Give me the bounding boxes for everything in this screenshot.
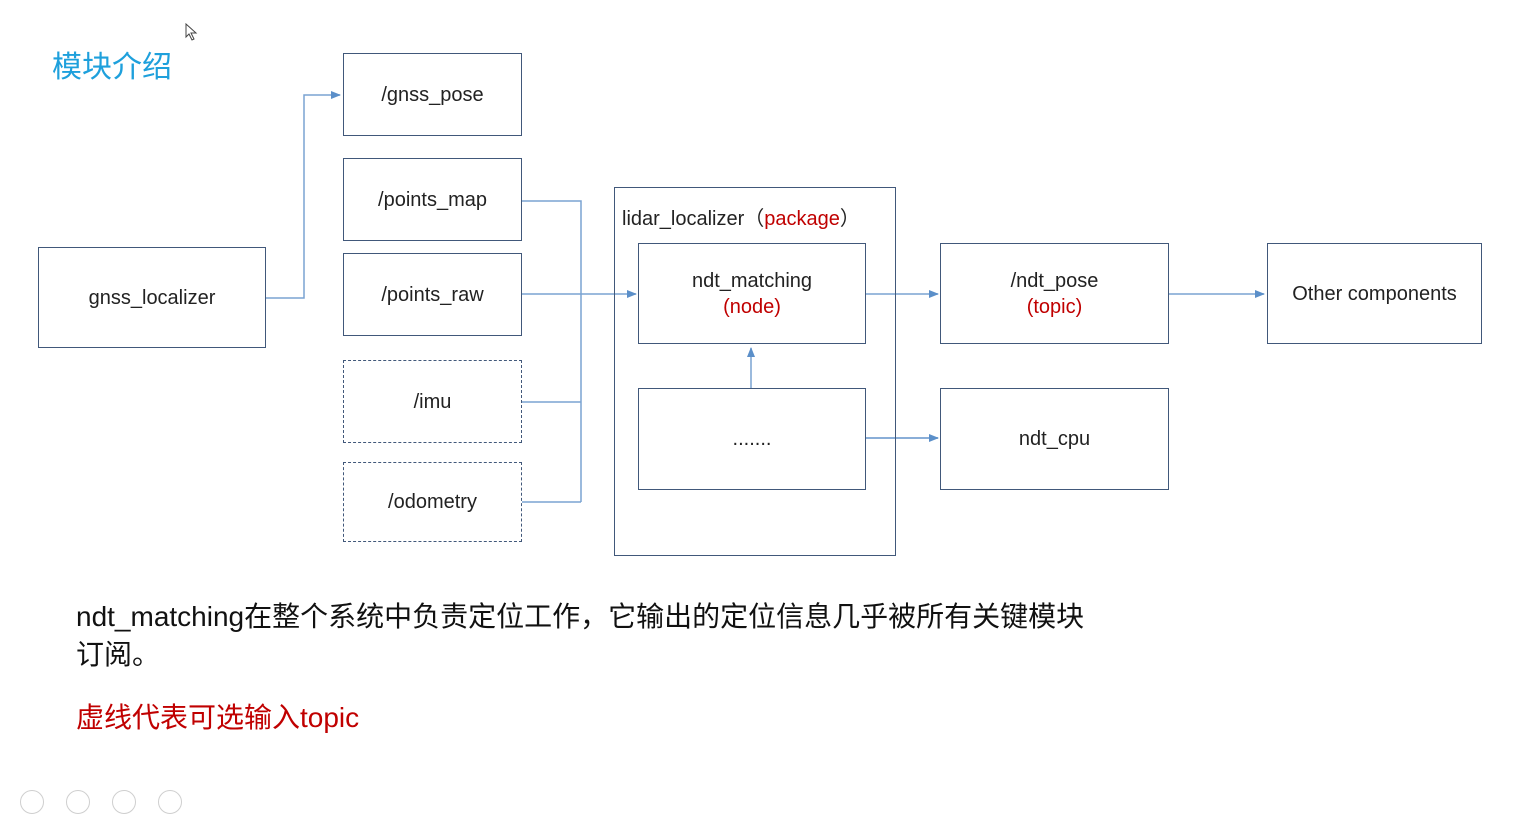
ndt-matching-type: (node) [723,295,781,318]
dashed-line-note: 虚线代表可选输入topic [76,702,360,733]
gnss-localizer-node: gnss_localizer [38,247,266,348]
ndt-pose-topic: /ndt_pose (topic) [940,243,1169,344]
points-raw-label: /points_raw [381,283,484,306]
page-title: 模块介绍 [52,51,172,84]
gnss-pose-label: /gnss_pose [381,83,484,106]
control-circle-icon[interactable] [66,790,90,814]
other-components-label: Other components [1292,282,1457,305]
package-open-paren: （ [744,208,765,230]
odometry-topic-optional: /odometry [343,462,522,542]
package-label: lidar_localizer（package） [622,202,860,231]
slide-controls [20,790,182,814]
gnss-localizer-label: gnss_localizer [88,286,216,309]
mouse-cursor-icon [185,23,198,41]
description-text: ndt_matching在整个系统中负责定位工作，它输出的定位信息几乎被所有关键… [76,601,1085,670]
ndt-pose-type: (topic) [1026,295,1083,318]
points-map-label: /points_map [378,188,487,211]
package-name: lidar_localizer [622,208,745,230]
package-close-paren: ） [839,208,860,230]
other-components-box: Other components [1267,243,1482,344]
points-map-topic: /points_map [343,158,522,241]
ndt-matching-node: ndt_matching (node) [638,243,866,344]
edge-points-map-merge [522,200,582,502]
points-raw-topic: /points_raw [343,253,522,336]
odometry-label: /odometry [388,491,477,513]
package-type: package [764,208,840,230]
edge-gnss-localizer-to-gnss-pose [266,91,341,299]
control-circle-icon[interactable] [158,790,182,814]
control-circle-icon[interactable] [112,790,136,814]
ellipsis-label: ....... [732,428,772,450]
imu-topic-optional: /imu [343,360,522,443]
ndt-cpu-label: ndt_cpu [1018,428,1091,450]
ndt-pose-label: /ndt_pose [1010,269,1099,292]
control-circle-icon[interactable] [20,790,44,814]
imu-label: /imu [413,390,452,413]
gnss-pose-topic: /gnss_pose [343,53,522,136]
ndt-cpu-library: ndt_cpu [940,388,1169,490]
other-nodes-placeholder: ....... [638,388,866,490]
ndt-matching-label: ndt_matching [691,269,813,292]
